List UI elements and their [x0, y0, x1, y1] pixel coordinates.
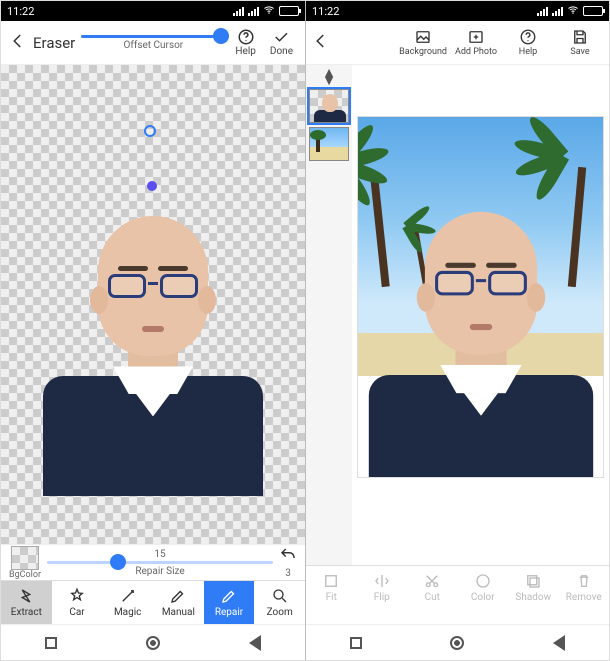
add-photo-button[interactable]: Add Photo [453, 28, 499, 57]
nav-back-icon[interactable] [553, 635, 565, 651]
signal-icon [248, 7, 259, 16]
photo-frame [358, 117, 603, 477]
undo-count: 3 [285, 568, 291, 579]
android-nav-bar [1, 624, 305, 660]
repair-size-label: Repair Size [135, 566, 184, 577]
signal-icon [233, 7, 244, 16]
toolbar-left: Eraser Offset Cursor Help Done [1, 21, 305, 65]
tab-car[interactable]: Car [52, 581, 103, 624]
palm-fronds [523, 149, 603, 199]
nav-back-icon[interactable] [249, 635, 261, 651]
background-button[interactable]: Background [399, 28, 447, 57]
android-nav-bar [306, 624, 609, 660]
nav-recent-icon[interactable] [350, 637, 362, 649]
status-bar: 11:22 [1, 1, 305, 21]
screen-title: Eraser [33, 34, 75, 52]
back-button[interactable] [312, 32, 330, 54]
tab-manual[interactable]: Manual [153, 581, 204, 624]
battery-icon [279, 6, 299, 16]
status-right [233, 4, 299, 19]
wifi-icon [567, 4, 579, 19]
tab-magic[interactable]: Magic [102, 581, 153, 624]
bgcolor-button[interactable] [11, 546, 39, 570]
editor-canvas[interactable] [1, 65, 305, 544]
offset-cursor-label: Offset Cursor [123, 40, 183, 51]
help-button[interactable]: Help [505, 28, 551, 57]
tab-color[interactable]: Color [458, 566, 509, 609]
repair-controls: BgColor 15 Repair Size 3 [1, 544, 305, 580]
done-button[interactable]: Done [266, 28, 297, 57]
bottom-tabbar-right: Fit Flip Cut Color Shadow Remove [306, 565, 609, 609]
save-button[interactable]: Save [557, 28, 603, 57]
subject-cutout-thumb[interactable] [309, 89, 349, 123]
tab-cut[interactable]: Cut [407, 566, 458, 609]
reorder-arrows-icon[interactable]: ▲▼ [322, 69, 336, 85]
back-button[interactable] [9, 32, 27, 54]
tab-flip[interactable]: Flip [357, 566, 408, 609]
status-right [537, 4, 603, 19]
tab-fit[interactable]: Fit [306, 566, 357, 609]
phone-right: 11:22 Background Add Photo [306, 1, 609, 660]
cursor-offset-ring [144, 125, 156, 137]
repair-size-value: 15 [154, 549, 165, 560]
phone-left: 11:22 Eraser Offset Cursor Help [1, 1, 306, 660]
repair-size-slider[interactable]: 15 Repair Size [47, 549, 273, 577]
nav-home-icon[interactable] [450, 636, 464, 650]
signal-icon [552, 7, 563, 16]
tab-shadow[interactable]: Shadow [508, 566, 559, 609]
bottom-tabbar: Extract Car Magic Manual Repair Zoom [1, 580, 305, 624]
toolbar-right: Background Add Photo Help Save [306, 21, 609, 65]
status-time: 11:22 [7, 5, 34, 18]
signal-icon [537, 7, 548, 16]
compose-canvas[interactable] [352, 65, 609, 565]
layer-thumbnails: ▲▼ [306, 65, 352, 565]
undo-button[interactable] [279, 546, 297, 568]
status-time: 11:22 [312, 5, 339, 18]
beach-bg-thumb[interactable] [309, 127, 349, 161]
tab-extract[interactable]: Extract [1, 581, 52, 624]
tab-remove[interactable]: Remove [559, 566, 610, 609]
offset-cursor-slider[interactable]: Offset Cursor [81, 35, 225, 51]
nav-home-icon[interactable] [146, 636, 160, 650]
tab-zoom[interactable]: Zoom [254, 581, 305, 624]
help-button[interactable]: Help [231, 28, 259, 57]
cursor-touch-dot [147, 181, 157, 191]
status-bar: 11:22 [306, 1, 609, 21]
nav-recent-icon[interactable] [45, 637, 57, 649]
tab-repair[interactable]: Repair [204, 581, 255, 624]
subject-cutout [43, 198, 263, 458]
subject-on-background[interactable] [368, 193, 592, 458]
wifi-icon [263, 4, 275, 19]
battery-icon [583, 6, 603, 16]
bgcolor-label: BgColor [9, 570, 41, 580]
